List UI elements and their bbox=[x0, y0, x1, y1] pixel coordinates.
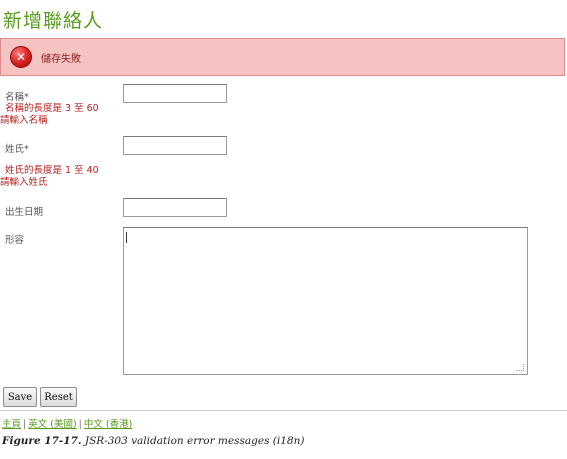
resize-grip-icon[interactable] bbox=[517, 364, 524, 371]
footer-links: 主頁 | 英文 (美國) | 中文 (香港) bbox=[2, 416, 132, 430]
last-name-required-error: 請輸入姓氏 bbox=[0, 177, 48, 188]
first-name-input[interactable] bbox=[123, 84, 227, 103]
error-message: 儲存失敗 bbox=[41, 54, 81, 65]
home-link[interactable]: 主頁 bbox=[2, 419, 21, 430]
error-banner: ✕ 儲存失敗 bbox=[0, 38, 565, 76]
last-name-input[interactable] bbox=[123, 136, 227, 155]
figure-number: Figure 17-17. bbox=[2, 435, 82, 447]
last-name-length-error: 姓氏的長度是 1 至 40 bbox=[5, 165, 99, 176]
close-icon: ✕ bbox=[10, 46, 32, 68]
birth-date-input[interactable] bbox=[123, 198, 227, 217]
first-name-required-error: 請輸入名稱 bbox=[0, 115, 48, 126]
birth-date-label: 出生日期 bbox=[5, 207, 44, 218]
description-textarea[interactable] bbox=[123, 227, 528, 375]
reset-button[interactable]: Reset bbox=[40, 387, 77, 407]
save-button[interactable]: Save bbox=[3, 387, 37, 407]
page-title: 新增聯絡人 bbox=[3, 10, 104, 32]
figure-caption: Figure 17-17. JSR-303 validation error m… bbox=[2, 435, 304, 447]
footer-separator: | bbox=[78, 419, 82, 430]
first-name-label: 名稱* bbox=[5, 92, 29, 103]
text-cursor bbox=[126, 232, 127, 243]
last-name-label: 姓氏* bbox=[5, 144, 29, 155]
first-name-length-error: 名稱的長度是 3 至 60 bbox=[5, 103, 99, 114]
description-label: 形容 bbox=[5, 235, 25, 246]
chinese-hk-link[interactable]: 中文 (香港) bbox=[84, 419, 132, 430]
figure-caption-text: JSR-303 validation error messages (i18n) bbox=[84, 435, 305, 447]
english-us-link[interactable]: 英文 (美國) bbox=[28, 419, 76, 430]
footer-divider bbox=[0, 410, 567, 411]
footer-separator: | bbox=[23, 419, 27, 430]
